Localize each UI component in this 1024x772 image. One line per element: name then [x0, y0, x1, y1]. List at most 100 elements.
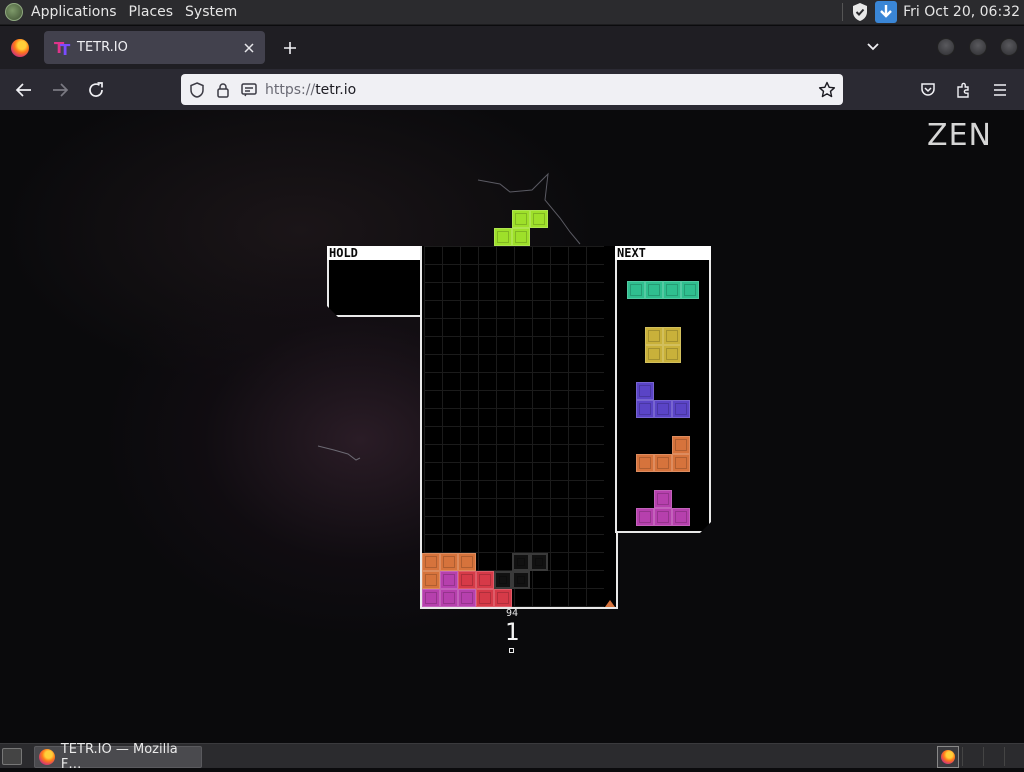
firefox-view-button[interactable] [0, 26, 40, 69]
progress-marker [509, 648, 514, 653]
stack-cell [458, 571, 476, 589]
stack-cell [512, 571, 530, 589]
stack-cell [458, 553, 476, 571]
next-piece-cell [636, 400, 654, 418]
arrow-right-icon [53, 83, 69, 97]
falling-piece-cell [494, 228, 512, 246]
app-menu-button[interactable] [986, 76, 1014, 104]
garbage-meter-icon [605, 600, 615, 607]
applications-menu-label: Applications [31, 4, 117, 20]
next-piece-cell [654, 400, 672, 418]
bottom-taskbar: TETR.IO — Mozilla F… [0, 742, 1024, 772]
next-piece-cell [672, 436, 690, 454]
download-tray-icon[interactable] [875, 1, 898, 23]
puzzle-icon [957, 82, 969, 98]
url-host: tetr.io [315, 81, 357, 98]
tetrio-favicon-icon: T T [54, 38, 71, 59]
forward-button[interactable] [46, 76, 74, 104]
workspace-3[interactable] [983, 747, 1001, 766]
list-all-tabs-button[interactable] [860, 34, 886, 60]
arrow-left-icon [15, 83, 31, 97]
back-button[interactable] [10, 76, 38, 104]
tracking-shield-icon[interactable] [187, 80, 207, 100]
next-queue-pieces [617, 260, 709, 533]
next-piece-cell [672, 454, 690, 472]
tab-title: TETR.IO [77, 40, 128, 55]
falling-piece-cell [512, 210, 530, 228]
next-piece-cell [636, 508, 654, 526]
hamburger-icon [994, 84, 1006, 96]
next-piece-cell [645, 345, 663, 363]
next-label: NEXT [615, 246, 711, 261]
lock-icon[interactable] [213, 80, 233, 100]
falling-piece [494, 210, 548, 246]
tetrio-game-page[interactable]: ZEN HOLD NEXT 94 1 [0, 110, 1024, 743]
stack-cell [440, 589, 458, 607]
url-bar[interactable]: https://tetr.io [181, 74, 843, 105]
next-piece-cell [645, 281, 663, 299]
next-piece-cell [636, 454, 654, 472]
next-piece-cell [663, 345, 681, 363]
stack-cell [422, 553, 440, 571]
stack-cell [476, 571, 494, 589]
pocket-icon [921, 83, 935, 96]
star-icon [818, 81, 836, 97]
bookmark-star-button[interactable] [817, 80, 837, 100]
applications-menu[interactable]: Applications [0, 0, 123, 25]
stack-cell [440, 553, 458, 571]
panel-clock[interactable]: Fri Oct 20, 06:32 [903, 4, 1024, 20]
next-piece-cell [654, 490, 672, 508]
board-stack [422, 246, 602, 607]
tab-tetrio[interactable]: T T TETR.IO [44, 31, 265, 64]
maximize-window-button[interactable] [969, 38, 987, 56]
top-panel: Applications Places System Fri Oct 20, 0… [0, 0, 1024, 25]
next-piece-cell [681, 281, 699, 299]
taskbar-window-firefox[interactable]: TETR.IO — Mozilla F… [34, 742, 202, 772]
game-board [420, 246, 618, 609]
browser-tabstrip: T T TETR.IO [0, 26, 1024, 69]
url-text[interactable]: https://tetr.io [265, 82, 356, 98]
firefox-logo-icon [11, 38, 29, 57]
falling-piece-cell [512, 228, 530, 246]
minimize-window-button[interactable] [937, 38, 955, 56]
next-piece-cell [654, 508, 672, 526]
next-piece-cell [672, 508, 690, 526]
navigation-toolbar: https://tetr.io [0, 69, 1024, 110]
game-mode-label: ZEN [927, 118, 992, 153]
workspace-firefox-thumbnail[interactable] [937, 746, 959, 768]
gnome-foot-icon [5, 3, 23, 21]
stack-cell [512, 553, 530, 571]
close-icon [244, 42, 254, 53]
workspace-2[interactable] [962, 747, 980, 766]
next-piece-cell [663, 281, 681, 299]
chevron-down-icon [867, 43, 879, 51]
tab-close-button[interactable] [237, 36, 261, 60]
url-scheme: https:// [265, 81, 316, 98]
panel-separator [842, 3, 844, 21]
next-piece-cell [654, 454, 672, 472]
next-piece-cell [672, 400, 690, 418]
firefox-logo-icon [39, 749, 55, 765]
stack-cell [494, 571, 512, 589]
next-piece-cell [645, 327, 663, 345]
show-desktop-button[interactable] [2, 748, 22, 765]
shield-tray-icon[interactable] [851, 2, 869, 22]
workspace-4[interactable] [1004, 747, 1022, 766]
reload-button[interactable] [82, 76, 110, 104]
places-menu[interactable]: Places [123, 0, 180, 25]
stack-cell [440, 571, 458, 589]
next-piece-cell [627, 281, 645, 299]
pocket-button[interactable] [914, 76, 942, 104]
hold-label: HOLD [327, 246, 422, 261]
next-piece-cell [636, 382, 654, 400]
next-queue [615, 260, 711, 533]
stack-cell [530, 553, 548, 571]
stack-cell [476, 589, 494, 607]
system-menu[interactable]: System [179, 0, 243, 25]
page-permissions-icon[interactable] [239, 80, 259, 100]
extensions-button[interactable] [950, 76, 978, 104]
firefox-logo-icon [941, 750, 955, 764]
new-tab-button[interactable] [276, 34, 304, 62]
plus-icon [284, 42, 296, 54]
close-window-button[interactable] [1000, 38, 1018, 56]
